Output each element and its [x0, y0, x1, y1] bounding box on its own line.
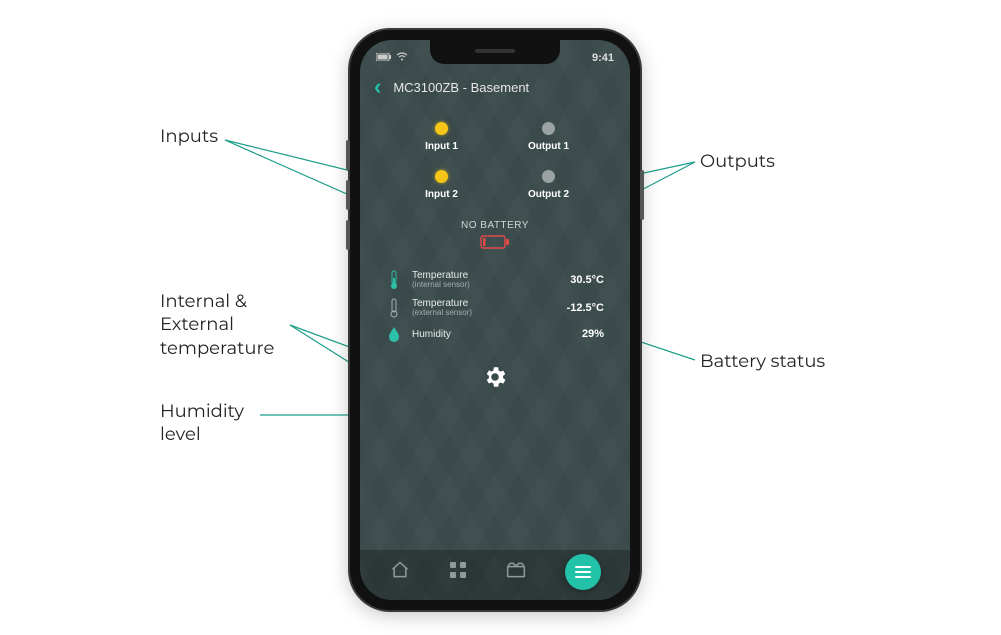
io-label: Input 2	[425, 189, 458, 200]
annotation-inputs: Inputs	[160, 125, 218, 148]
sensor-humidity: Humidity 29%	[386, 326, 604, 342]
battery-label: NO BATTERY	[360, 220, 630, 231]
nav-grid[interactable]	[449, 561, 467, 584]
settings-button[interactable]	[482, 377, 508, 394]
status-dot-icon	[542, 122, 555, 135]
sensor-value: -12.5°C	[556, 302, 604, 314]
sensor-name: Humidity	[412, 329, 546, 340]
thermometer-icon	[386, 298, 402, 318]
nav-home[interactable]	[390, 560, 410, 585]
battery-empty-icon	[480, 235, 510, 254]
status-dot-icon	[435, 170, 448, 183]
app-header: ‹ MC3100ZB - Basement	[360, 70, 630, 108]
annotation-humidity: Humidity level	[160, 400, 244, 447]
wifi-icon	[396, 52, 408, 65]
sensor-sub: (external sensor)	[412, 309, 546, 318]
droplet-icon	[386, 326, 402, 342]
thermometer-icon	[386, 270, 402, 290]
nav-menu-fab[interactable]	[565, 554, 601, 590]
phone-screen: 9:41 ‹ MC3100ZB - Basement Input 1 Outpu…	[360, 40, 630, 600]
input-2[interactable]: Input 2	[388, 170, 495, 200]
phone-notch	[430, 40, 560, 64]
sensor-temp-external: Temperature (external sensor) -12.5°C	[386, 298, 604, 318]
sensor-value: 29%	[556, 328, 604, 340]
annotation-outputs: Outputs	[700, 150, 775, 173]
sensor-temp-internal: Temperature (internal sensor) 30.5°C	[386, 270, 604, 290]
status-dot-icon	[435, 122, 448, 135]
sensor-list: Temperature (internal sensor) 30.5°C Tem…	[360, 254, 630, 342]
battery-indicator-icon	[376, 52, 392, 64]
phone-frame: 9:41 ‹ MC3100ZB - Basement Input 1 Outpu…	[350, 30, 640, 610]
back-button[interactable]: ‹	[374, 76, 381, 98]
io-label: Input 1	[425, 141, 458, 152]
status-dot-icon	[542, 170, 555, 183]
status-time: 9:41	[592, 52, 614, 64]
input-1[interactable]: Input 1	[388, 122, 495, 152]
page-title: MC3100ZB - Basement	[393, 80, 529, 95]
menu-icon	[575, 566, 591, 578]
sensor-sub: (internal sensor)	[412, 281, 546, 290]
io-label: Output 1	[528, 141, 569, 152]
io-label: Output 2	[528, 189, 569, 200]
output-1[interactable]: Output 1	[495, 122, 602, 152]
nav-scenes[interactable]	[506, 561, 526, 584]
sensor-value: 30.5°C	[556, 274, 604, 286]
output-2[interactable]: Output 2	[495, 170, 602, 200]
annotation-battery: Battery status	[700, 350, 825, 373]
battery-status: NO BATTERY	[360, 220, 630, 254]
bottom-nav	[360, 550, 630, 600]
annotation-temperature: Internal & External temperature	[160, 290, 274, 360]
io-grid: Input 1 Output 1 Input 2 Output 2	[360, 108, 630, 204]
